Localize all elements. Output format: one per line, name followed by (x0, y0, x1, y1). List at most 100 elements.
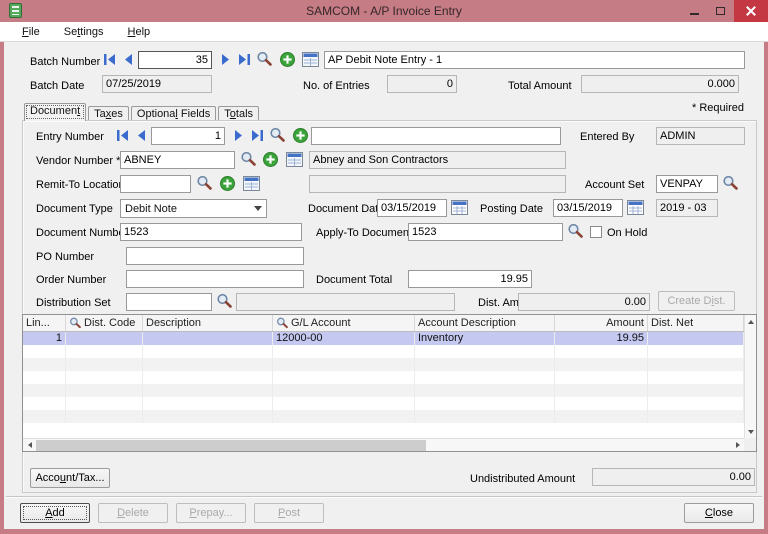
entry-new-icon[interactable] (293, 128, 308, 143)
apply-to-input[interactable] (408, 223, 563, 241)
col-header-dist-net[interactable]: Dist. Net (648, 315, 744, 331)
scroll-right-icon[interactable] (731, 439, 744, 451)
distribution-grid: Lin... Dist. Code Description G/L Accoun… (22, 314, 757, 452)
document-date-calendar-icon[interactable] (451, 200, 468, 215)
entry-previous-icon[interactable] (134, 129, 149, 142)
entry-next-icon[interactable] (231, 129, 246, 142)
entry-number-label: Entry Number (36, 131, 104, 143)
distribution-set-input[interactable] (126, 293, 212, 311)
col-header-description[interactable]: Description (143, 315, 273, 331)
scroll-up-icon[interactable] (745, 315, 757, 328)
grid-empty-row[interactable] (23, 410, 744, 423)
minimize-button[interactable] (682, 0, 706, 22)
batch-date-label: Batch Date (30, 80, 85, 92)
grid-row-selected[interactable]: 1 12000-00 Inventory 19.95 (23, 332, 744, 345)
dist-amount-field: 0.00 (518, 293, 650, 311)
post-button: Post (254, 503, 324, 523)
tab-taxes[interactable]: Taxes (88, 106, 129, 121)
batch-finder-icon[interactable] (256, 51, 272, 66)
tab-document[interactable]: Document (24, 103, 87, 121)
create-dist-button: Create Dist. (658, 291, 735, 311)
batch-last-icon[interactable] (237, 53, 252, 66)
grid-empty-row[interactable] (23, 371, 744, 384)
batch-next-icon[interactable] (218, 53, 233, 66)
batch-number-input[interactable] (138, 51, 212, 69)
col-header-amount[interactable]: Amount (555, 315, 648, 331)
batch-previous-icon[interactable] (121, 53, 136, 66)
undistributed-amount-field: 0.00 (592, 468, 755, 486)
grid-empty-row[interactable] (23, 345, 744, 358)
scroll-down-icon[interactable] (745, 425, 757, 438)
apply-to-label: Apply-To Document (316, 227, 412, 239)
vendor-finder-icon[interactable] (240, 151, 256, 166)
apply-to-finder-icon[interactable] (567, 223, 583, 238)
grid-empty-row[interactable] (23, 358, 744, 371)
cell-amount: 19.95 (555, 332, 648, 345)
batch-date-field: 07/25/2019 (102, 75, 212, 93)
window-title: SAMCOM - A/P Invoice Entry (306, 4, 462, 18)
batch-new-icon[interactable] (280, 52, 295, 67)
document-type-value: Debit Note (125, 202, 177, 215)
remit-to-label: Remit-To Location (36, 179, 125, 191)
grid-empty-row[interactable] (23, 384, 744, 397)
document-date-input[interactable] (377, 199, 447, 217)
batch-drilldown-icon[interactable] (302, 52, 319, 67)
account-tax-button[interactable]: Account/Tax... (30, 468, 110, 488)
order-number-input[interactable] (126, 270, 304, 288)
entered-by-field: ADMIN (656, 127, 745, 145)
account-set-label: Account Set (585, 179, 645, 191)
menu-file[interactable]: File (14, 22, 48, 42)
grid-horizontal-scrollbar[interactable] (23, 438, 744, 451)
document-number-input[interactable] (120, 223, 302, 241)
on-hold-label: On Hold (607, 227, 648, 239)
posting-date-input[interactable] (553, 199, 623, 217)
col-header-dist-code[interactable]: Dist. Code (66, 315, 143, 331)
posting-date-calendar-icon[interactable] (627, 200, 644, 215)
on-hold-checkbox[interactable] (590, 226, 602, 238)
entry-finder-icon[interactable] (269, 127, 285, 142)
vendor-number-input[interactable] (120, 151, 235, 169)
scrollbar-corner (744, 438, 756, 451)
remit-finder-icon[interactable] (196, 175, 212, 190)
account-set-input[interactable] (656, 175, 718, 193)
remit-new-icon[interactable] (220, 176, 235, 191)
batch-first-icon[interactable] (102, 53, 117, 66)
po-number-input[interactable] (126, 247, 304, 265)
vendor-new-icon[interactable] (263, 152, 278, 167)
entry-description-input[interactable] (311, 127, 561, 145)
chevron-down-icon (254, 206, 262, 211)
col-header-line[interactable]: Lin... (23, 315, 66, 331)
entries-count-field: 0 (387, 75, 457, 93)
tab-optional-fields[interactable]: Optional Fields (130, 106, 217, 121)
grid-empty-row[interactable] (23, 397, 744, 410)
col-header-account-description[interactable]: Account Description (415, 315, 555, 331)
close-button[interactable]: Close (684, 503, 754, 523)
vendor-drilldown-icon[interactable] (286, 152, 303, 167)
menu-help[interactable]: Help (120, 22, 159, 42)
account-set-finder-icon[interactable] (722, 175, 738, 190)
document-total-input[interactable] (408, 270, 532, 288)
document-date-label: Document Date (308, 203, 385, 215)
grid-vertical-scrollbar[interactable] (744, 315, 756, 438)
col-header-gl-account[interactable]: G/L Account (273, 315, 415, 331)
remit-drilldown-icon[interactable] (243, 176, 260, 191)
entry-first-icon[interactable] (115, 129, 130, 142)
batch-description-input[interactable] (324, 51, 745, 69)
grid-body: Lin... Dist. Code Description G/L Accoun… (23, 315, 744, 438)
po-number-label: PO Number (36, 251, 95, 263)
entry-number-input[interactable] (151, 127, 225, 145)
close-window-button[interactable] (734, 0, 768, 22)
fiscal-period-field: 2019 - 03 (656, 199, 718, 217)
horizontal-scroll-thumb[interactable] (36, 440, 426, 451)
menu-settings[interactable]: Settings (56, 22, 112, 42)
remit-description-field (309, 175, 566, 193)
vendor-name-field: Abney and Son Contractors (309, 151, 566, 169)
document-type-select[interactable]: Debit Note (120, 199, 267, 218)
tab-totals[interactable]: Totals (218, 106, 260, 121)
scroll-left-icon[interactable] (23, 439, 36, 451)
distribution-set-finder-icon[interactable] (216, 293, 232, 308)
add-button[interactable]: Add (20, 503, 90, 523)
maximize-button[interactable] (708, 0, 732, 22)
entry-last-icon[interactable] (250, 129, 265, 142)
remit-to-input[interactable] (120, 175, 191, 193)
